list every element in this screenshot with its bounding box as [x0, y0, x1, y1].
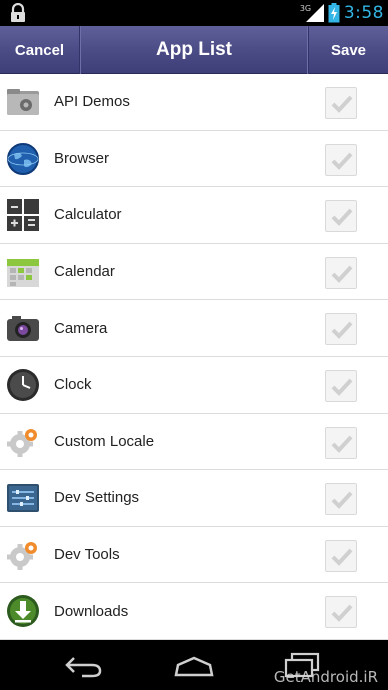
- clock-icon: [7, 368, 39, 401]
- list-item-label: API Demos: [54, 93, 130, 111]
- back-icon[interactable]: [62, 654, 106, 678]
- list-item-label: Camera: [54, 319, 108, 337]
- list-item-label: Clock: [54, 376, 92, 394]
- home-icon[interactable]: [172, 655, 216, 677]
- cancel-button[interactable]: Cancel: [0, 26, 80, 74]
- check-icon: [331, 152, 353, 170]
- list-item[interactable]: Calculator: [0, 187, 388, 244]
- check-icon: [331, 491, 353, 510]
- app-checkbox[interactable]: [325, 596, 357, 629]
- app-checkbox[interactable]: [325, 369, 357, 402]
- list-item[interactable]: Camera: [0, 300, 388, 357]
- app-checkbox[interactable]: [325, 200, 357, 233]
- navigation-bar: GetAndroid.iR: [0, 640, 388, 690]
- check-icon: [331, 208, 353, 227]
- gear-icon: [7, 541, 37, 570]
- calendar-icon: [7, 258, 39, 287]
- app-checkbox[interactable]: [325, 256, 357, 289]
- list-item[interactable]: Downloads: [0, 583, 388, 640]
- check-icon: [331, 95, 353, 113]
- save-button[interactable]: Save: [308, 26, 388, 74]
- list-item-label: Calculator: [54, 206, 122, 224]
- lock-icon: [11, 3, 25, 22]
- gear-icon: [7, 428, 37, 457]
- dev-settings-icon: [7, 484, 39, 513]
- check-icon: [331, 322, 353, 340]
- list-item-label: Dev Tools: [54, 546, 120, 564]
- network-type: 3G: [299, 4, 312, 13]
- list-item-label: Browser: [54, 149, 110, 167]
- list-item[interactable]: Custom Locale: [0, 414, 388, 471]
- calculator-icon: [7, 199, 39, 232]
- app-checkbox[interactable]: [325, 483, 357, 516]
- app-checkbox[interactable]: [325, 426, 357, 459]
- app-checkbox[interactable]: [325, 143, 357, 176]
- list-item-label: Calendar: [54, 263, 115, 281]
- check-icon: [331, 265, 353, 283]
- check-icon: [331, 378, 353, 396]
- signal-icon: 3G: [299, 4, 324, 22]
- list-item[interactable]: Clock: [0, 357, 388, 414]
- list-item[interactable]: Browser: [0, 131, 388, 188]
- status-bar: 3G 3:58: [0, 0, 388, 26]
- watermark-text: GetAndroid.iR: [273, 668, 378, 686]
- check-icon: [331, 548, 353, 566]
- list-item[interactable]: API Demos: [0, 74, 388, 131]
- app-list: API Demos Browser Calculator Calendar Ca…: [0, 74, 388, 640]
- status-time: 3:58: [343, 3, 384, 23]
- app-checkbox[interactable]: [325, 87, 357, 119]
- list-item-label: Custom Locale: [54, 432, 155, 450]
- list-item-label: Dev Settings: [54, 489, 140, 507]
- gear-folder-icon: [7, 89, 39, 115]
- list-item-label: Downloads: [54, 602, 129, 620]
- list-item[interactable]: Calendar: [0, 244, 388, 301]
- list-item[interactable]: Dev Tools: [0, 527, 388, 584]
- check-icon: [331, 435, 353, 453]
- page-title: App List: [156, 39, 232, 60]
- app-checkbox[interactable]: [325, 539, 357, 572]
- download-icon: [7, 595, 39, 628]
- action-bar: Cancel App List Save: [0, 26, 388, 74]
- camera-icon: [7, 316, 39, 342]
- check-icon: [331, 604, 353, 623]
- globe-icon: [7, 142, 39, 175]
- app-checkbox[interactable]: [325, 313, 357, 346]
- list-item[interactable]: Dev Settings: [0, 470, 388, 527]
- battery-charging-icon: [328, 3, 340, 23]
